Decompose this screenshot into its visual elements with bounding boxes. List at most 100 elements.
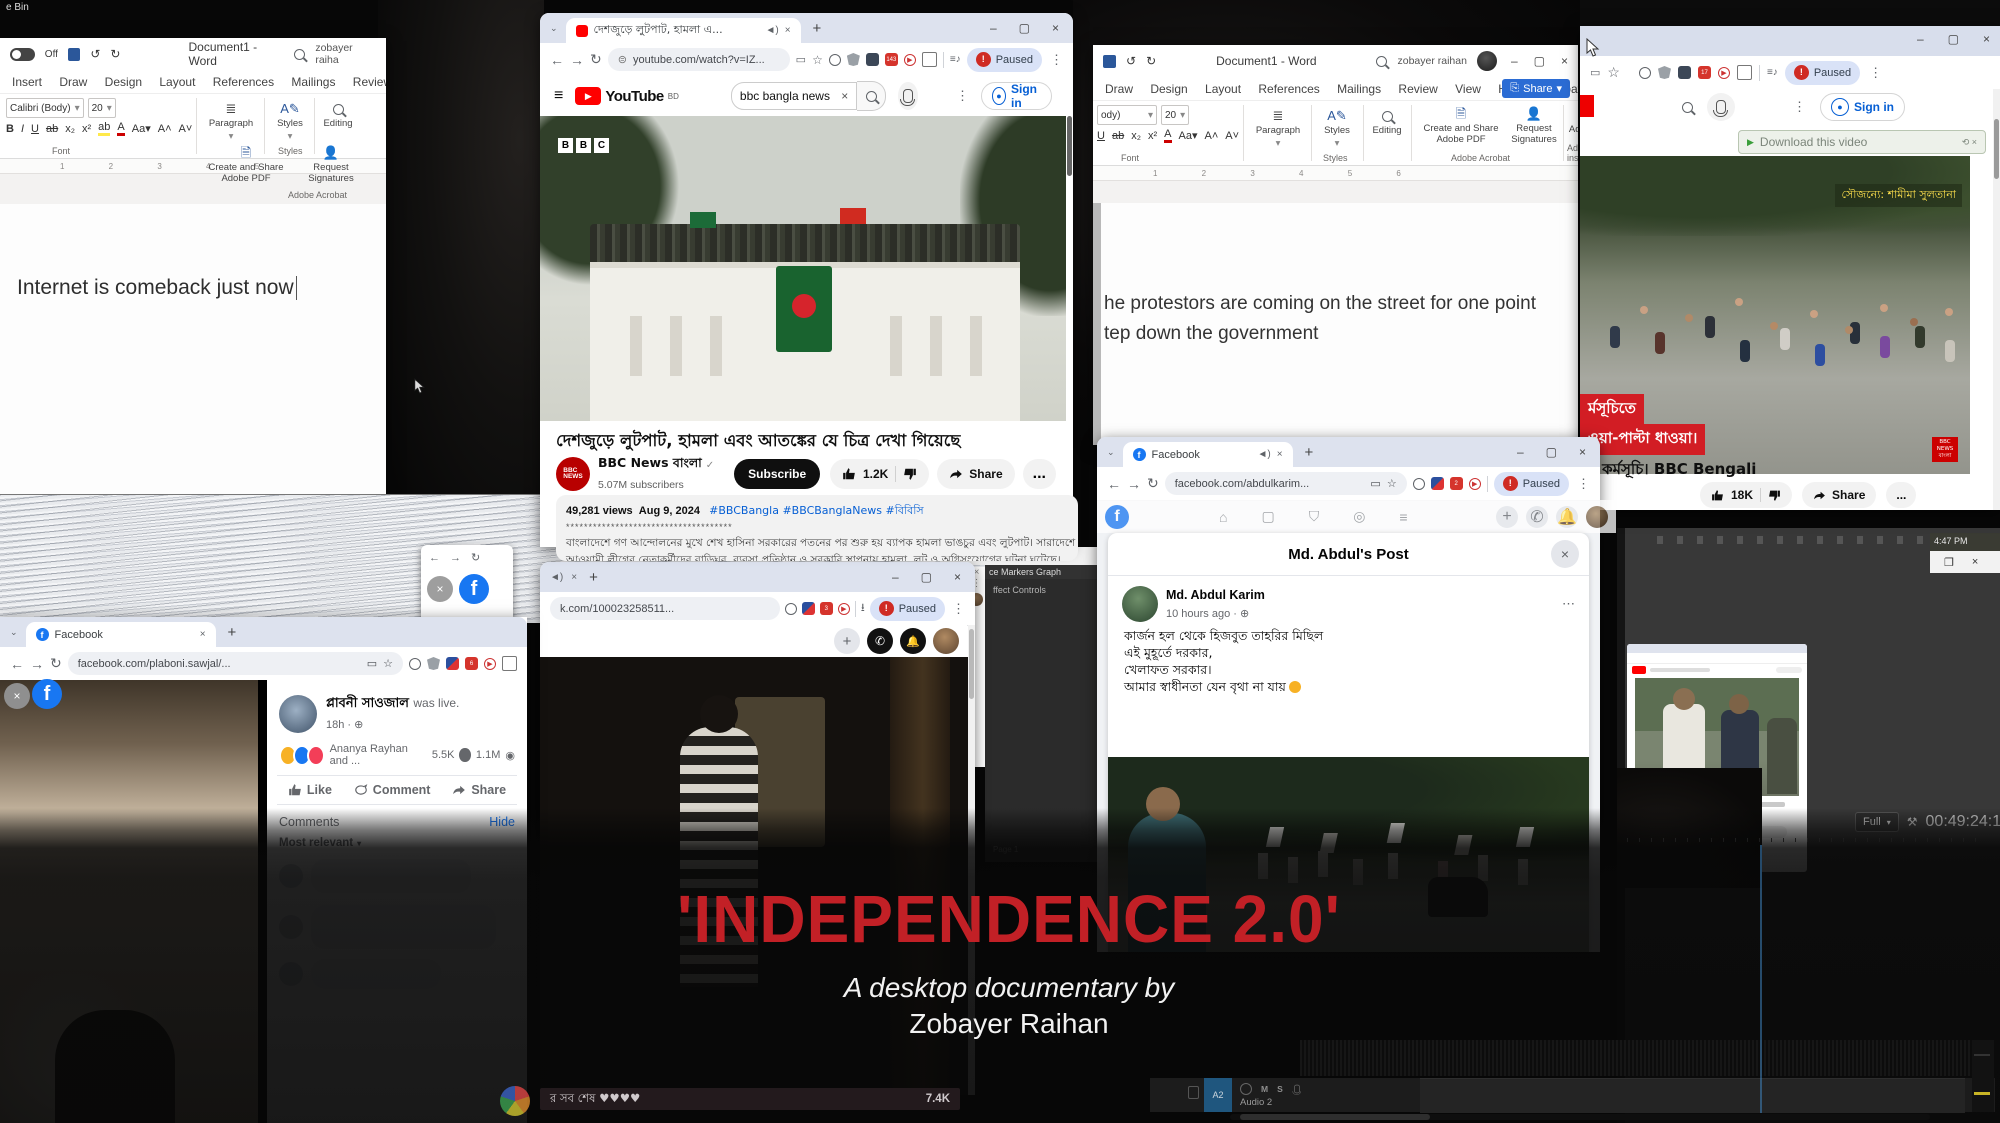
search-icon[interactable]	[1376, 56, 1387, 67]
minimize-icon[interactable]: –	[892, 570, 899, 584]
notifications-icon[interactable]: 🔔	[900, 628, 926, 654]
request-signatures-button[interactable]: 👤Request Signatures	[300, 146, 362, 185]
more-actions-button[interactable]: ...	[1023, 459, 1056, 489]
like-dislike-pill[interactable]: 1.2K	[830, 459, 929, 489]
camera-ext-icon[interactable]	[1413, 478, 1425, 490]
track-mute-button[interactable]: M	[1261, 1084, 1268, 1094]
address-bar[interactable]: ⊜youtube.com/watch?v=IZ...	[608, 48, 790, 71]
track-solo-button[interactable]: S	[1277, 1084, 1283, 1094]
save-icon[interactable]	[68, 48, 80, 61]
styles-button[interactable]: A✎Styles▾	[1317, 109, 1357, 150]
extension-icon-2[interactable]	[1737, 65, 1752, 80]
timeline-scrollbar[interactable]	[1230, 1114, 1930, 1120]
maximize-icon[interactable]: ▢	[1019, 21, 1030, 35]
paused-extension[interactable]: !Paused	[1494, 472, 1569, 496]
new-tab-button[interactable]: +	[228, 624, 237, 641]
extension-badge-icon[interactable]: 3	[820, 602, 833, 615]
maximize-icon[interactable]: ▢	[1546, 445, 1557, 459]
editing-button[interactable]: Editing	[318, 102, 358, 130]
reaction-summary[interactable]: Ananya Rayhan and ...	[330, 743, 421, 767]
shrink-font-button[interactable]: A˅	[179, 123, 193, 135]
cast-icon[interactable]: ▭	[1590, 66, 1600, 79]
paused-extension[interactable]: !Paused	[1785, 61, 1860, 85]
like-button[interactable]: Like	[288, 783, 332, 797]
font-size-select[interactable]: 20▾	[1161, 105, 1189, 125]
styles-button[interactable]: A✎Styles▾	[270, 102, 310, 143]
extension-badge-icon[interactable]: 17	[1698, 66, 1711, 79]
window-buttons-fragment[interactable]: ❐×	[1930, 551, 2000, 573]
scrollbar-thumb[interactable]	[1994, 119, 1999, 179]
back-icon[interactable]: ←	[1107, 476, 1121, 492]
undo-icon[interactable]: ↺	[90, 47, 100, 61]
request-signatures-button[interactable]: 👤Request Signatures	[1505, 107, 1563, 146]
font-color-button[interactable]: A	[1164, 128, 1171, 143]
tab-close-icon[interactable]: ×	[200, 629, 206, 640]
save-icon[interactable]	[1103, 55, 1116, 68]
voice-search-icon[interactable]	[1707, 93, 1735, 121]
underline-button[interactable]: U	[1097, 130, 1105, 142]
voice-search-icon[interactable]	[898, 82, 918, 110]
addins-button[interactable]: ⊞Add-ins	[1565, 109, 1578, 136]
video-description-card[interactable]: 49,281 views Aug 9, 2024 #BBCBangla #BBC…	[556, 495, 1078, 561]
new-tab-button[interactable]: +	[813, 20, 822, 37]
sign-in-button[interactable]: ● Sign in	[1820, 93, 1905, 121]
post-menu-icon[interactable]: ⋯	[1562, 596, 1575, 612]
tab-audio-icon[interactable]: ◄)	[1257, 449, 1270, 460]
cast-icon[interactable]: ▭	[796, 53, 806, 66]
extension-icon[interactable]	[802, 602, 815, 615]
user-avatar[interactable]	[1477, 51, 1497, 71]
case-button[interactable]: Aa▾	[1179, 129, 1198, 142]
address-bar[interactable]: facebook.com/abdulkarim...▭☆	[1165, 472, 1407, 495]
close-icon[interactable]: ×	[1561, 54, 1568, 68]
post-author[interactable]: Md. Abdul Karim	[1166, 588, 1265, 602]
address-bar[interactable]: k.com/100023258511...	[550, 597, 780, 620]
forward-icon[interactable]: →	[1127, 476, 1141, 492]
recycle-bin-label[interactable]: e Bin	[6, 2, 29, 13]
watch-nav-icon[interactable]: ▢	[1261, 508, 1274, 525]
case-button[interactable]: Aa▾	[132, 122, 151, 135]
extension-icon[interactable]	[446, 657, 459, 670]
search-icon[interactable]	[294, 49, 305, 60]
scrollbar-thumb[interactable]	[1067, 116, 1072, 176]
live-author[interactable]: প্লাবনী সাওজাল	[326, 696, 409, 711]
close-overlay-icon[interactable]: ×	[4, 683, 30, 709]
sign-in-button[interactable]: ● Sign in	[981, 82, 1052, 110]
restore-icon[interactable]: ❐	[1944, 556, 1954, 569]
new-tab-button[interactable]: +	[1305, 444, 1314, 461]
word-right-ruler[interactable]: 1 2 3 4 5 6	[1093, 166, 1578, 181]
font-color-button[interactable]: A	[117, 121, 124, 136]
minimize-icon[interactable]: –	[1511, 54, 1518, 68]
forward-icon[interactable]: →	[450, 552, 461, 564]
word-left-ribbon-tabs[interactable]: Insert Draw Design Layout References Mai…	[0, 70, 386, 94]
playlist-ext-icon[interactable]: ≡♪	[1767, 67, 1778, 78]
word-left-titlebar[interactable]: Off ↺ ↻ Document1 - Word zobayer raiha	[0, 38, 386, 70]
close-icon[interactable]: ×	[1983, 32, 1990, 46]
paused-extension[interactable]: !Paused	[967, 48, 1042, 72]
track-mic-icon[interactable]	[1294, 1085, 1300, 1093]
tab-close-icon[interactable]: ×	[785, 25, 791, 36]
undo-icon[interactable]: ↺	[1126, 54, 1136, 68]
extension-badge-icon[interactable]: 6	[465, 657, 478, 670]
editing-button[interactable]: Editing	[1367, 109, 1407, 137]
profile-avatar[interactable]	[933, 628, 959, 654]
tab-close-icon[interactable]: ×	[1277, 449, 1283, 460]
create-icon[interactable]: +	[1496, 506, 1518, 528]
like-dislike-pill[interactable]: 18K	[1700, 482, 1792, 508]
hashtags[interactable]: #BBCBangla #BBCBanglaNews #বিবিসি	[709, 504, 924, 517]
maximize-icon[interactable]: ▢	[1948, 32, 1959, 46]
close-modal-icon[interactable]: ×	[1551, 540, 1579, 568]
camera-ext-icon[interactable]	[785, 603, 797, 615]
extension-icon[interactable]	[1678, 66, 1691, 79]
share-button[interactable]: Share	[1802, 482, 1876, 508]
font-size-select[interactable]: 20▾	[88, 98, 116, 118]
camera-ext-icon[interactable]	[409, 658, 421, 670]
close-overlay-icon[interactable]: ×	[427, 576, 453, 602]
play-ext-icon[interactable]: ▶	[484, 658, 496, 670]
search-icon[interactable]	[1682, 102, 1693, 113]
profile-avatar[interactable]	[1586, 506, 1608, 528]
word-right-document[interactable]: he protestors are coming on the street f…	[1093, 203, 1578, 445]
italic-button[interactable]: I	[21, 123, 24, 135]
minimize-icon[interactable]: –	[990, 21, 997, 35]
chrome-menu-icon[interactable]: ⋮	[952, 601, 965, 617]
shrink-font-button[interactable]: A˅	[1225, 130, 1239, 142]
